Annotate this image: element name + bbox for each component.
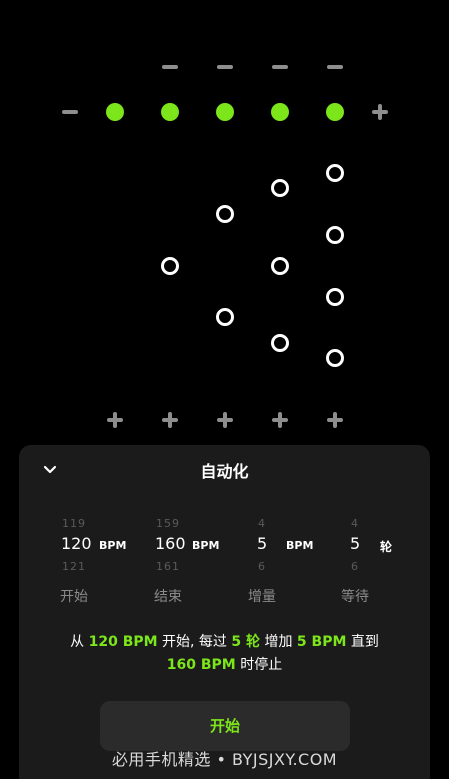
beat-dot-3[interactable] (216, 103, 234, 121)
beat-5-add-subdivision-button[interactable] (327, 412, 343, 428)
picker-unit: BPM (99, 539, 127, 552)
watermark: 必用手机精选 • BYJSJXY.COM (111, 750, 338, 769)
picker-unit: BPM (286, 539, 314, 552)
remove-beat-button[interactable] (62, 110, 78, 114)
end-label: 结束 (154, 589, 182, 605)
picker-next-value: 121 (62, 560, 86, 573)
picker-prev-value: 119 (62, 517, 86, 530)
picker-current-value: 5 (350, 534, 361, 553)
summary-text: 开始, 每过 (157, 634, 232, 650)
picker-current-value: 120 (61, 534, 92, 553)
subdivision-ring[interactable] (326, 288, 344, 306)
beat-3-remove-button[interactable] (217, 65, 233, 69)
automation-panel: 自动化 119 120 BPM 121 开始 159 160 BPM 161 结… (19, 445, 430, 779)
panel-title: 自动化 (200, 462, 249, 481)
subdivision-ring[interactable] (216, 308, 234, 326)
subdivision-ring[interactable] (271, 179, 289, 197)
beat-2-remove-button[interactable] (162, 65, 178, 69)
summary-end-value: 160 BPM (166, 657, 236, 673)
summary-text: 时停止 (235, 657, 283, 673)
picker-unit: BPM (192, 539, 220, 552)
picker-prev-value: 4 (351, 517, 359, 530)
add-beat-button[interactable] (372, 104, 388, 120)
wait-label: 等待 (341, 589, 369, 605)
beat-dot-4[interactable] (271, 103, 289, 121)
beat-3-add-subdivision-button[interactable] (217, 412, 233, 428)
beat-dot-5[interactable] (326, 103, 344, 121)
picker-next-value: 6 (258, 560, 266, 573)
picker-current-value: 160 (155, 534, 186, 553)
beat-dot-1[interactable] (106, 103, 124, 121)
summary-start-value: 120 BPM (88, 634, 158, 650)
automation-summary: 从 120 BPM 开始, 每过 5 轮 增加 5 BPM 直到 160 BPM… (19, 631, 430, 677)
beat-5-remove-button[interactable] (327, 65, 343, 69)
summary-text: 增加 (260, 634, 297, 650)
summary-text: 从 (70, 634, 89, 650)
subdivision-ring[interactable] (271, 334, 289, 352)
subdivision-ring[interactable] (326, 349, 344, 367)
summary-wait-value: 5 轮 (231, 634, 260, 650)
beat-1-add-subdivision-button[interactable] (107, 412, 123, 428)
start-label: 开始 (60, 589, 88, 605)
picker-current-value: 5 (257, 534, 268, 553)
summary-increment-value: 5 BPM (296, 634, 347, 650)
subdivision-ring[interactable] (216, 205, 234, 223)
beat-2-add-subdivision-button[interactable] (162, 412, 178, 428)
subdivision-ring[interactable] (326, 164, 344, 182)
increment-label: 增量 (248, 589, 276, 605)
beat-4-add-subdivision-button[interactable] (272, 412, 288, 428)
picker-next-value: 161 (156, 560, 180, 573)
picker-next-value: 6 (351, 560, 359, 573)
start-automation-button[interactable]: 开始 (100, 701, 350, 751)
subdivision-ring[interactable] (161, 257, 179, 275)
subdivision-ring[interactable] (271, 257, 289, 275)
picker-prev-value: 4 (258, 517, 266, 530)
summary-text: 直到 (346, 634, 379, 650)
subdivision-ring[interactable] (326, 226, 344, 244)
picker-prev-value: 159 (156, 517, 180, 530)
picker-unit: 轮 (380, 540, 393, 554)
beat-dot-2[interactable] (161, 103, 179, 121)
beat-4-remove-button[interactable] (272, 65, 288, 69)
